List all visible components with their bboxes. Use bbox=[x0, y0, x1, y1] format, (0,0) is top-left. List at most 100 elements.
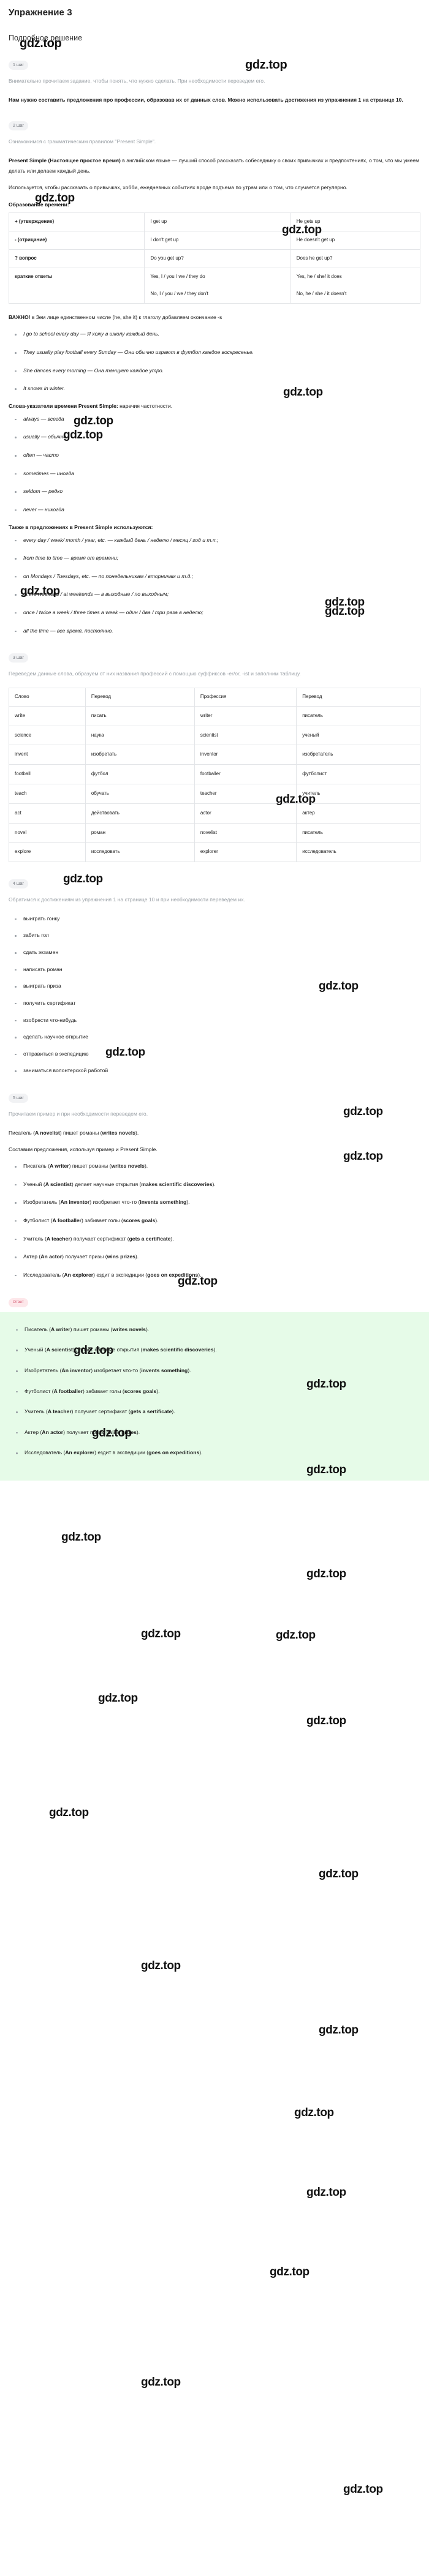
list-item: заниматься волонтерской работой bbox=[12, 1065, 420, 1076]
short-answer-yes-i: Yes, I / you / we / they do bbox=[150, 273, 205, 279]
watermark: gdz.top bbox=[270, 2266, 309, 2278]
list-item: They usually play football every Sunday … bbox=[12, 347, 420, 358]
list-item: Исследователь (An explorer) ездит в эксп… bbox=[13, 1448, 419, 1459]
cell-profession: teacher bbox=[194, 783, 297, 804]
formation-he-affirmative: He gets up bbox=[290, 212, 421, 232]
step4-intro: Обратимся к достижениям из упражнения 1 … bbox=[9, 896, 245, 903]
step-badge-2: 2 шаг bbox=[9, 121, 28, 130]
col-header-translation-1: Перевод bbox=[85, 687, 195, 707]
also-used-heading: Также в предложениях в Present Simple ис… bbox=[9, 524, 153, 530]
table-row: science наука scientist ученый bbox=[9, 725, 420, 746]
solution-page: Упражнение 3 Подробное решение 1 шаг Вни… bbox=[0, 0, 429, 2496]
cell-profession: footballer bbox=[194, 764, 297, 784]
step1-intro: Внимательно прочитаем задание, чтобы пон… bbox=[9, 78, 265, 84]
watermark: gdz.top bbox=[343, 2483, 383, 2496]
list-item: изобрести что-нибудь bbox=[12, 1015, 420, 1026]
step1-task: Нам нужно составить предложения про проф… bbox=[9, 96, 403, 103]
present-simple-examples: I go to school every day — Я хожу в школ… bbox=[9, 329, 420, 394]
watermark: gdz.top bbox=[306, 1568, 346, 1580]
adverbs-heading-bold: Слова-указатели времени Present Simple: bbox=[9, 402, 118, 409]
cell-word: act bbox=[9, 803, 86, 824]
cell-word: science bbox=[9, 725, 86, 746]
cell-word: novel bbox=[9, 822, 86, 843]
watermark: gdz.top bbox=[276, 1629, 316, 1642]
cell-translation-1: действовать bbox=[85, 803, 195, 824]
table-row: teach обучать teacher учитель bbox=[9, 783, 420, 804]
list-item: Изобретатель (An inventor) изобретает чт… bbox=[12, 1197, 420, 1208]
list-item: написать роман bbox=[12, 964, 420, 975]
list-item: never — никогда bbox=[12, 505, 420, 516]
short-answer-yes-he: Yes, he / she/ it does bbox=[296, 273, 342, 279]
list-item: сделать научное открытие bbox=[12, 1032, 420, 1043]
list-item: once / twice a week / three times a week… bbox=[12, 607, 420, 618]
cell-translation-2: футболист bbox=[296, 764, 420, 784]
formation-i-short-answers: Yes, I / you / we / they do No, I / you … bbox=[144, 267, 291, 304]
list-item: выиграть приза bbox=[12, 981, 420, 992]
formation-label-short-answers: краткие ответы bbox=[8, 267, 145, 304]
cell-word: explore bbox=[9, 842, 86, 863]
cell-translation-1: обучать bbox=[85, 783, 195, 804]
list-item: отправиться в экспедицию bbox=[12, 1049, 420, 1060]
formation-heading: Образование времени: bbox=[9, 201, 69, 208]
formation-i-negative: I don't get up bbox=[144, 231, 291, 250]
list-item: получить сертификат bbox=[12, 998, 420, 1009]
list-item: Исследователь (An explorer) ездит в эксп… bbox=[12, 1270, 420, 1281]
answer-block: Писатель (A writer) пишет романы (writes… bbox=[0, 1312, 429, 1481]
adverbs-heading: Слова-указатели времени Present Simple: … bbox=[9, 403, 420, 409]
important-label: ВАЖНО! bbox=[9, 314, 31, 321]
cell-translation-2: актер bbox=[296, 803, 420, 824]
present-simple-usage: Используется, чтобы рассказать о привычк… bbox=[9, 184, 347, 191]
table-row: invent изобретать inventor изобретатель bbox=[9, 745, 420, 765]
solution-subtitle: Подробное решение bbox=[9, 34, 83, 42]
list-item: I go to school every day — Я хожу в школ… bbox=[12, 329, 420, 340]
achievements-list: выиграть гонку забить гол сдать экзамен … bbox=[9, 914, 420, 1076]
list-item: Писатель (A writer) пишет романы (writes… bbox=[12, 1161, 420, 1172]
watermark: gdz.top bbox=[141, 1959, 181, 1972]
table-row: - (отрицание) I don't get up He doesn't … bbox=[8, 231, 421, 250]
table-row: ? вопрос Do you get up? Does he get up? bbox=[8, 249, 421, 268]
list-item: It snows in winter. bbox=[12, 383, 420, 394]
list-item: забить гол bbox=[12, 930, 420, 941]
cell-translation-1: писать bbox=[85, 705, 195, 726]
list-item: She dances every morning — Она танцует к… bbox=[12, 366, 420, 377]
list-item: сдать экзамен bbox=[12, 947, 420, 958]
frequency-adverbs-list: always — всегда usually — обычно often —… bbox=[9, 414, 420, 516]
example-subject-en: A novelist bbox=[34, 1129, 60, 1136]
adverbs-heading-rest: наречия частотности. bbox=[118, 402, 173, 409]
watermark: gdz.top bbox=[306, 1714, 346, 1727]
cell-word: invent bbox=[9, 745, 86, 765]
list-item: Писатель (A writer) пишет романы (writes… bbox=[13, 1324, 419, 1335]
watermark: gdz.top bbox=[141, 2376, 181, 2389]
formation-he-short-answers: Yes, he / she/ it does No, he / she / it… bbox=[290, 267, 421, 304]
step-badge-1: 1 шаг bbox=[9, 61, 28, 70]
list-item: at the weekend / at weekends — в выходны… bbox=[12, 589, 420, 600]
watermark: gdz.top bbox=[98, 1692, 138, 1705]
step-badge-5: 5 шаг bbox=[9, 1093, 28, 1103]
composed-sentences-list: Писатель (A writer) пишет романы (writes… bbox=[9, 1161, 420, 1280]
formation-label-negative: - (отрицание) bbox=[8, 231, 145, 250]
table-row: football футбол footballer футболист bbox=[9, 764, 420, 784]
list-item: выиграть гонку bbox=[12, 914, 420, 925]
list-item: often — часто bbox=[12, 450, 420, 461]
list-item: Футболист (A footballer) забивает голы (… bbox=[13, 1386, 419, 1397]
step2-intro: Ознакомимся с грамматическим правилом "P… bbox=[9, 138, 156, 145]
list-item: Изобретатель (An inventor) изобретает чт… bbox=[13, 1365, 419, 1376]
table-header-row: Слово Перевод Профессия Перевод bbox=[9, 687, 420, 707]
cell-translation-2: писатель bbox=[296, 822, 420, 843]
present-simple-rule: Present Simple (Настоящее простое время)… bbox=[9, 156, 420, 176]
watermark: gdz.top bbox=[306, 2186, 346, 2199]
cell-word: teach bbox=[9, 783, 86, 804]
step-badge-3: 3 шаг bbox=[9, 653, 28, 663]
table-row: write писать writer писатель bbox=[9, 705, 420, 726]
list-item: Учитель (A teacher) получает сертификат … bbox=[13, 1406, 419, 1418]
cell-profession: inventor bbox=[194, 745, 297, 765]
page-title: Упражнение 3 bbox=[9, 7, 72, 18]
formation-he-negative: He doesn't get up bbox=[290, 231, 421, 250]
step5-compose: Составим предложения, используя пример и… bbox=[9, 1146, 158, 1152]
short-answer-no-i: No, I / you / we / they don't bbox=[150, 291, 208, 297]
cell-profession: novelist bbox=[194, 822, 297, 843]
formation-i-affirmative: I get up bbox=[144, 212, 291, 232]
present-simple-rule-term: Present Simple (Настоящее простое время) bbox=[9, 157, 121, 163]
list-item: Актер (An actor) получает призы (wins pr… bbox=[12, 1252, 420, 1263]
table-row: novel роман novelist писатель bbox=[9, 822, 420, 843]
